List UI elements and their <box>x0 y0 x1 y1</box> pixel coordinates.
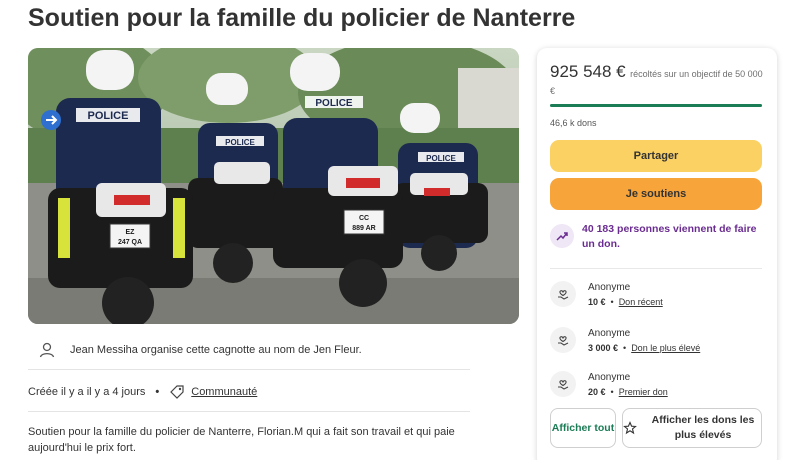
page-title: Soutien pour la famille du policier de N… <box>28 4 576 32</box>
progress-bar <box>550 104 762 107</box>
show-all-donations-button[interactable]: Afficher tout <box>550 408 616 448</box>
recent-donations-notice: 40 183 personnes viennent de faire un do… <box>550 222 766 252</box>
show-top-donations-button[interactable]: Afficher les dons les plus élevés <box>622 408 762 448</box>
police-label: POLICE <box>315 98 353 109</box>
separator-dot: • <box>155 385 160 398</box>
donation-count: 46,6 k dons <box>550 118 597 128</box>
raised-summary: 925 548 € récoltés sur un objectif de 50… <box>550 62 766 99</box>
raised-amount: 925 548 € <box>550 62 626 81</box>
svg-text:EZ: EZ <box>126 229 136 236</box>
donor-amount: 20 € <box>588 386 606 397</box>
donor-amount: 3 000 € <box>588 342 619 353</box>
svg-text:247 QA: 247 QA <box>118 239 142 246</box>
donor-name: Anonyme <box>588 281 631 293</box>
progress-fill <box>550 104 762 107</box>
star-icon <box>623 421 637 435</box>
separator-dot: • <box>623 342 627 353</box>
divider <box>550 268 762 269</box>
donor-item: Anonyme 20 € • Premier don <box>550 364 766 404</box>
donor-name: Anonyme <box>588 371 631 383</box>
heart-hand-icon <box>550 371 576 397</box>
svg-text:CC: CC <box>359 215 369 222</box>
created-date: Créée il y a il y a 4 jours <box>28 385 146 398</box>
category-link[interactable]: Communauté <box>191 386 257 398</box>
organizer-text: Jean Messiha organise cette cagnotte au … <box>70 343 362 356</box>
donor-tag-link[interactable]: Don récent <box>619 297 663 307</box>
donor-tag-link[interactable]: Premier don <box>619 387 668 397</box>
donor-name: Anonyme <box>588 327 631 339</box>
donation-panel: 925 548 € récoltés sur un objectif de 50… <box>537 48 777 460</box>
campaign-photo: POLICE POLICE CC 889 AR POLICE EZ 247 QA… <box>28 48 519 324</box>
donor-tag-link[interactable]: Don le plus élevé <box>631 343 700 353</box>
tag-icon <box>169 384 185 400</box>
donate-button[interactable]: Je soutiens <box>550 178 762 210</box>
heart-hand-icon <box>550 281 576 307</box>
separator-dot: • <box>610 296 614 307</box>
trend-text: 40 183 personnes viennent de faire un do… <box>582 223 757 250</box>
person-icon <box>36 339 58 361</box>
police-label: POLICE <box>426 154 456 163</box>
share-button[interactable]: Partager <box>550 140 762 172</box>
donor-amount: 10 € <box>588 296 606 307</box>
campaign-description: Soutien pour la famille du policier de N… <box>28 426 455 454</box>
trending-up-icon <box>550 224 574 248</box>
police-label: POLICE <box>88 110 129 122</box>
donor-item: Anonyme 10 € • Don récent <box>550 274 766 314</box>
donor-item: Anonyme 3 000 € • Don le plus élevé <box>550 320 766 360</box>
heart-hand-icon <box>550 327 576 353</box>
police-label: POLICE <box>225 138 255 147</box>
svg-text:889 AR: 889 AR <box>352 225 375 232</box>
separator-dot: • <box>610 386 614 397</box>
organizer-line: Jean Messiha organise cette cagnotte au … <box>28 330 470 370</box>
show-top-label: Afficher les dons les plus élevés <box>651 414 755 441</box>
campaign-meta: Créée il y a il y a 4 jours • Communauté <box>28 372 470 412</box>
